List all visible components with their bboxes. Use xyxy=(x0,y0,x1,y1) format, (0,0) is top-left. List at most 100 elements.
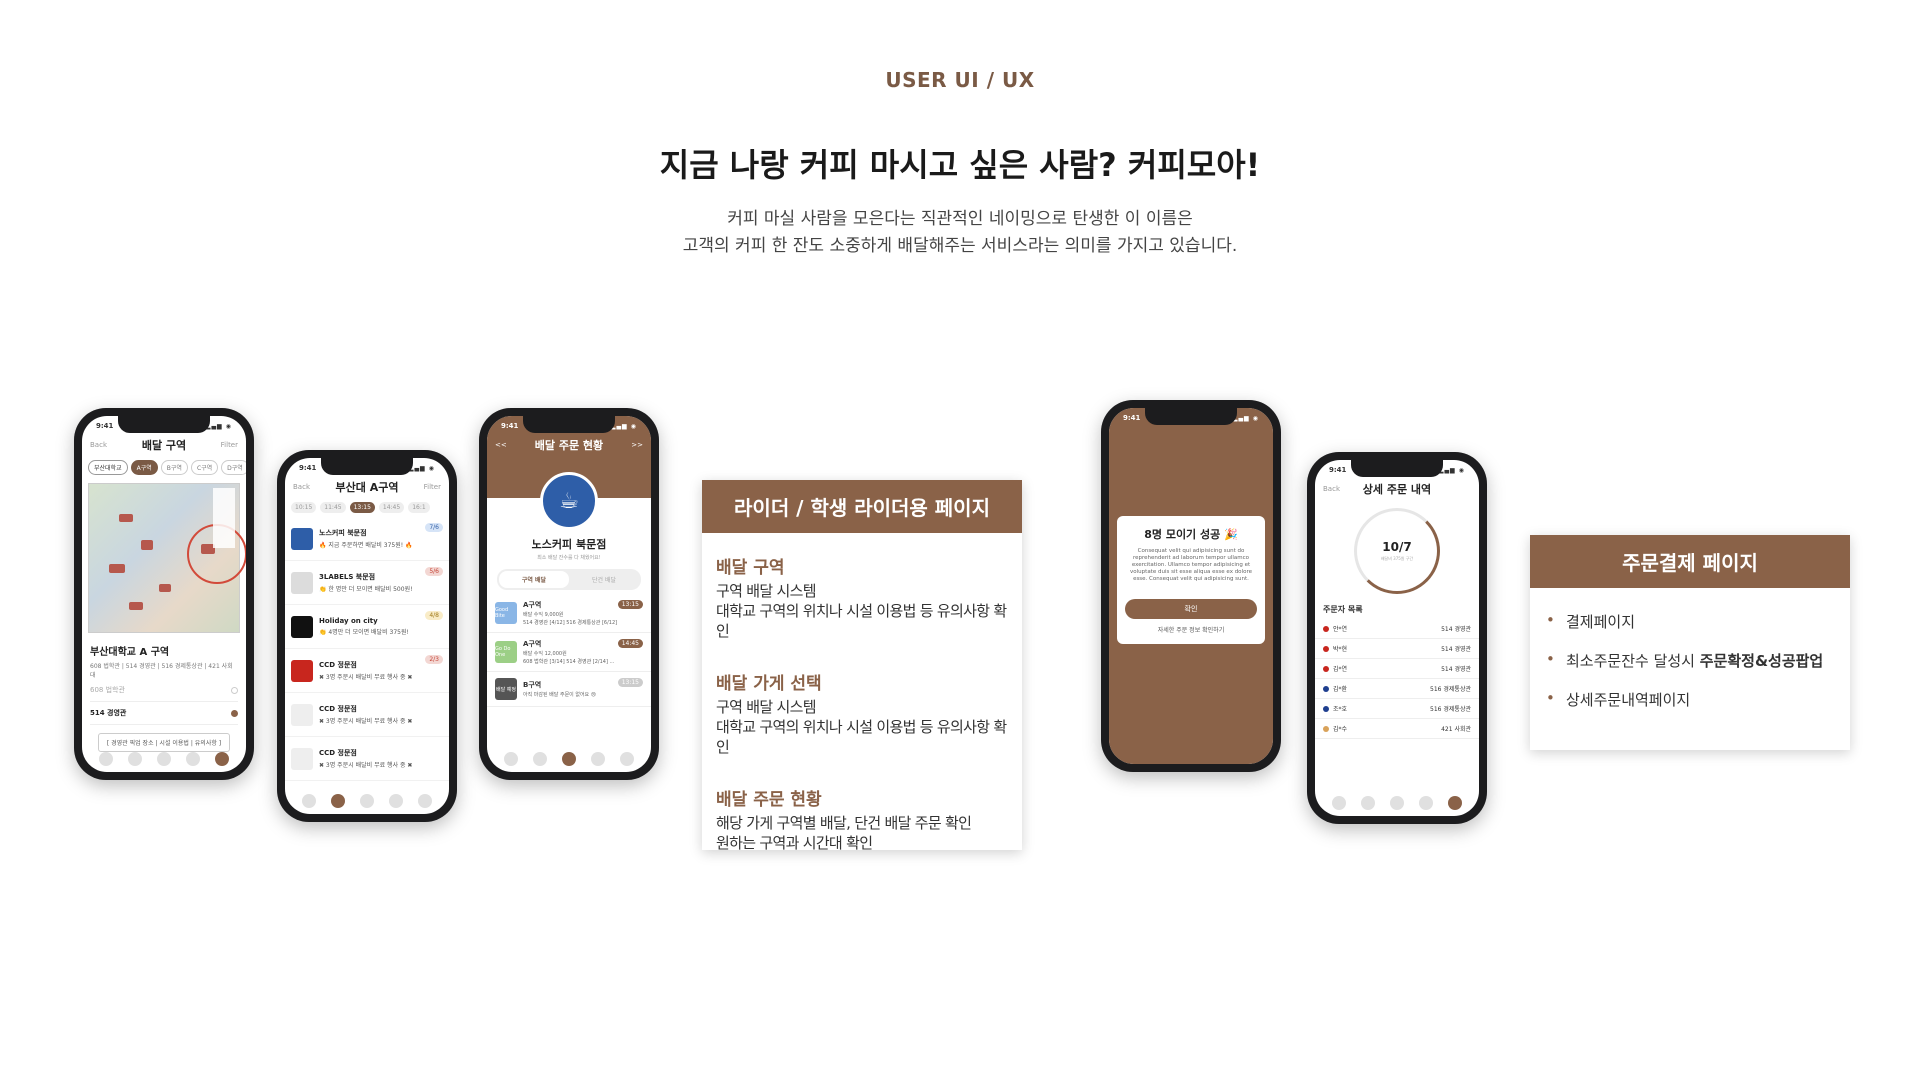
count-badge: 2/3 xyxy=(425,655,443,664)
building-option[interactable]: 608 법학관 xyxy=(90,679,238,702)
status-time: 9:41 xyxy=(96,422,114,430)
filter-button[interactable]: Filter xyxy=(208,441,238,449)
page-title: 지금 나랑 커피 마시고 싶은 사람? 커피모아! xyxy=(659,146,1261,184)
tab-icon[interactable] xyxy=(156,752,171,766)
signal-icon: ▂▄▆ ◉ xyxy=(408,464,435,472)
zone-item[interactable]: Go Do One A구역 배달 수익 12,000원 608 법학관 [3/14] … xyxy=(487,633,651,672)
zone-thumb-icon: Go Do One xyxy=(495,641,517,663)
store-logo-icon: ☕ xyxy=(540,472,598,530)
chip-zone-a[interactable]: A구역 xyxy=(130,460,158,475)
bullet-item: 상세주문내역페이지 xyxy=(1544,680,1836,719)
pickup-notice[interactable]: [ 경영관 픽업 장소 | 시설 이용법 | 유의사항 ] xyxy=(98,733,230,752)
filter-button[interactable]: Filter xyxy=(411,483,441,491)
back-button[interactable]: Back xyxy=(1323,485,1353,493)
tab-icon[interactable] xyxy=(388,794,403,808)
tab-icon[interactable] xyxy=(99,752,114,766)
back-button[interactable]: Back xyxy=(293,483,323,491)
card-title: 라이더 / 학생 라이더용 페이지 xyxy=(702,480,1022,533)
modal-text: Consequat velit qui adipisicing sunt do … xyxy=(1130,548,1252,582)
order-detail-link[interactable]: 자세한 주문 정보 확인하기 xyxy=(1125,625,1257,634)
phone-delivery-zone: 9:41 ▂▄▆ ◉ Back 배달 구역 Filter 부산대학교 A구역 B구… xyxy=(74,408,254,780)
order-progress-gauge: 10/7 배달비 375원 구간 xyxy=(1354,508,1440,594)
section-title: 배달 구역 xyxy=(716,558,785,578)
store-item[interactable]: 3LABELS 북문점 👏 한 명만 더 모이면 배달비 500원! 5/6 xyxy=(285,561,449,605)
map-legend xyxy=(213,488,235,548)
tab-icon[interactable] xyxy=(1389,796,1404,810)
zone-item[interactable]: Good Bite A구역 배달 수익 9,000원 514 경영관 [4/12] 5… xyxy=(487,594,651,633)
zone-thumb-icon: 배달 예정 xyxy=(495,678,517,700)
modal-title: 8명 모이기 성공 🎉 xyxy=(1144,528,1238,541)
tab-icon-active[interactable] xyxy=(1447,796,1462,810)
store-logo-icon xyxy=(291,747,313,770)
signal-icon: ▂▄▆ ◉ xyxy=(610,422,637,430)
status-time: 9:41 xyxy=(299,464,317,472)
store-logo-icon xyxy=(291,703,313,726)
store-logo-icon xyxy=(291,659,313,682)
tab-icon[interactable] xyxy=(619,752,634,766)
bullet-item: 최소주문잔수 달성시 주문확정&성공팝업 xyxy=(1544,641,1836,680)
time-slot[interactable]: 14:45 xyxy=(378,502,405,513)
tab-icon[interactable] xyxy=(590,752,605,766)
status-time: 9:41 xyxy=(1123,414,1141,422)
tab-bar xyxy=(1315,796,1479,810)
tab-icon[interactable] xyxy=(302,794,317,808)
page-description: 커피 마실 사람을 모은다는 직관적인 네이밍으로 탄생한 이 이름은 고객의 … xyxy=(0,206,1920,260)
success-modal: 8명 모이기 성공 🎉 Consequat velit qui adipisic… xyxy=(1117,516,1265,644)
count-badge: 5/6 xyxy=(425,567,443,576)
building-option[interactable]: 514 경영관 xyxy=(90,702,238,725)
chip-university[interactable]: 부산대학교 xyxy=(88,460,128,475)
tab-icon-active[interactable] xyxy=(561,752,576,766)
next-button[interactable]: >> xyxy=(613,441,643,449)
store-logo-icon xyxy=(291,615,313,638)
store-item[interactable]: Holiday on city 👏 4명만 더 모이면 배달비 375원! 4/8 xyxy=(285,605,449,649)
store-item[interactable]: CCD 정문점 ✖ 3명 주문시 배달비 무료 행사 중 ✖ 2/3 xyxy=(285,649,449,693)
time-slot[interactable]: 11:45 xyxy=(320,502,346,513)
tab-zone-delivery[interactable]: 구역 배달 xyxy=(499,571,569,588)
time-slot-selected[interactable]: 13:15 xyxy=(349,502,375,513)
rider-page-card: 라이더 / 학생 라이더용 페이지 배달 구역 구역 배달 시스템 대학교 구역… xyxy=(702,480,1022,852)
store-item[interactable]: 노스커피 북문점 🔥 지금 주문하면 배달비 375원! 🔥 7/6 xyxy=(285,517,449,561)
tab-icon[interactable] xyxy=(1332,796,1347,810)
tab-icon[interactable] xyxy=(185,752,200,766)
store-item[interactable]: CCD 정문점 ✖ 3명 주문시 배달비 무료 행사 중 ✖ xyxy=(285,737,449,781)
signal-icon: ▂▄▆ ◉ xyxy=(1232,414,1259,422)
tab-icon[interactable] xyxy=(128,752,143,766)
tab-bar xyxy=(82,752,246,766)
store-logo-icon xyxy=(291,571,313,594)
back-button[interactable]: Back xyxy=(90,441,120,449)
store-sub: 최소 배달 잔수를 다 채웠어요! xyxy=(537,555,601,561)
tab-single-delivery[interactable]: 단건 배달 xyxy=(569,571,639,588)
tab-icon[interactable] xyxy=(1418,796,1433,810)
bullet-item: 결제페이지 xyxy=(1544,602,1836,641)
time-slot[interactable]: 16:1 xyxy=(408,502,430,513)
count-badge: 4/8 xyxy=(425,611,443,620)
zone-thumb-icon: Good Bite xyxy=(495,602,517,624)
tab-icon[interactable] xyxy=(359,794,374,808)
payment-page-card: 주문결제 페이지 결제페이지 최소주문잔수 달성시 주문확정&성공팝업 상세주문… xyxy=(1530,535,1850,750)
chip-zone-d[interactable]: D구역 xyxy=(221,460,246,475)
confirm-button[interactable]: 확인 xyxy=(1125,599,1257,619)
tab-icon-active[interactable] xyxy=(214,752,229,766)
status-time: 9:41 xyxy=(501,422,519,430)
campus-map[interactable] xyxy=(88,483,246,633)
tab-icon[interactable] xyxy=(1361,796,1376,810)
prev-button[interactable]: << xyxy=(495,441,525,449)
delivery-type-toggle[interactable]: 구역 배달 단건 배달 xyxy=(497,569,641,590)
section-title: 배달 주문 현황 xyxy=(716,790,822,810)
orderer-list-title: 주문자 목록 xyxy=(1323,605,1363,614)
store-item[interactable]: CCD 정문점 ✖ 3명 주문시 배달비 무료 행사 중 ✖ xyxy=(285,693,449,737)
time-slot[interactable]: 10:15 xyxy=(291,502,317,513)
zone-item[interactable]: 배달 예정 B구역 아직 마감된 배달 주문이 없어요 😢 13:15 xyxy=(487,672,651,707)
store-name: 노스커피 북문점 xyxy=(531,538,607,551)
description-line-2: 고객의 커피 한 잔도 소중하게 배달해주는 서비스라는 의미를 가지고 있습니… xyxy=(682,236,1238,256)
orderer-row: 김*환 516 경제통상관 xyxy=(1315,679,1479,699)
tab-icon-active[interactable] xyxy=(331,794,346,808)
zone-title: 부산대학교 A 구역 xyxy=(90,647,170,658)
chip-zone-b[interactable]: B구역 xyxy=(160,460,188,475)
tab-icon[interactable] xyxy=(504,752,519,766)
tab-icon[interactable] xyxy=(417,794,432,808)
count-badge: 7/6 xyxy=(425,523,443,532)
chip-zone-c[interactable]: C구역 xyxy=(190,460,219,475)
tab-icon[interactable] xyxy=(533,752,548,766)
phone-order-detail: 9:41 ▂▄▆ ◉ Back 상세 주문 내역 10/7 배달비 375원 구간… xyxy=(1307,452,1487,824)
